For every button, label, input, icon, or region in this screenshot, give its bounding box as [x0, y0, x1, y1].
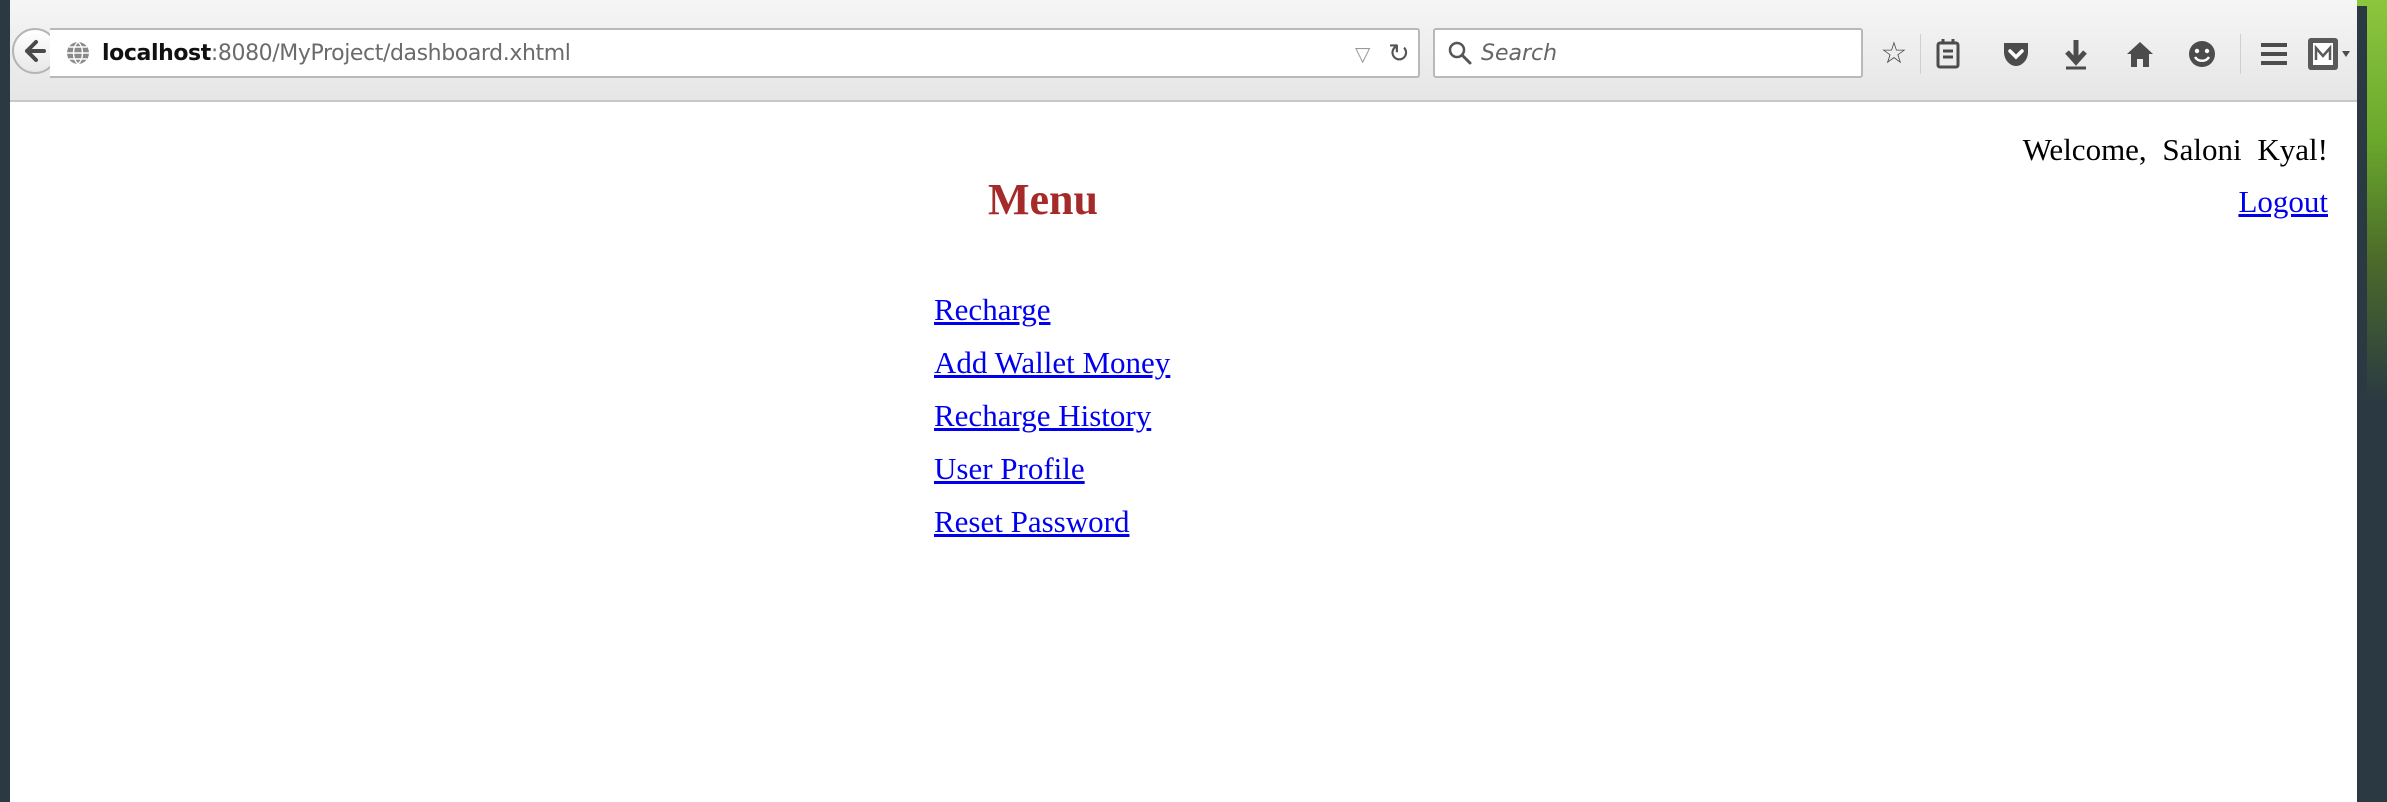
globe-icon	[67, 41, 89, 65]
bookmark-star-icon[interactable]: ☆	[1876, 36, 1912, 72]
right-decoration	[2367, 0, 2387, 802]
left-border	[0, 0, 10, 802]
url-text[interactable]: localhost:8080/MyProject/dashboard.xhtml	[102, 41, 571, 66]
pocket-icon[interactable]	[1998, 36, 2034, 72]
search-icon	[1448, 41, 1472, 65]
search-bar[interactable]: Search	[1433, 28, 1863, 78]
menu-link-reset-password[interactable]: Reset Password	[934, 502, 1170, 555]
toolbar-separator	[2240, 34, 2241, 74]
page-content: Welcome, Saloni Kyal! Logout Menu Rechar…	[10, 102, 2357, 802]
menu-link-recharge[interactable]: Recharge	[934, 290, 1170, 343]
menu-link-user-profile[interactable]: User Profile	[934, 449, 1170, 502]
url-path: :8080/MyProject/dashboard.xhtml	[210, 41, 571, 66]
menu-link-recharge-history[interactable]: Recharge History	[934, 396, 1170, 449]
dropmarker-icon[interactable]: ▽	[1355, 42, 1370, 66]
toolbar-separator	[1920, 34, 1921, 74]
browser-toolbar: localhost:8080/MyProject/dashboard.xhtml…	[10, 0, 2357, 102]
reading-list-icon[interactable]	[1930, 36, 1966, 72]
menu-title: Menu	[988, 175, 1098, 224]
menu-list: Recharge Add Wallet Money Recharge Histo…	[934, 290, 1170, 555]
hello-chat-icon[interactable]	[2184, 36, 2220, 72]
home-icon[interactable]	[2122, 36, 2158, 72]
hamburger-menu-icon[interactable]	[2256, 36, 2292, 72]
reload-icon[interactable]: ↻	[1388, 39, 1410, 69]
browser-window: localhost:8080/MyProject/dashboard.xhtml…	[10, 0, 2357, 802]
menu-link-add-wallet-money[interactable]: Add Wallet Money	[934, 343, 1170, 396]
search-placeholder: Search	[1481, 41, 1558, 66]
welcome-message: Welcome, Saloni Kyal!	[2022, 132, 2328, 167]
extension-icon[interactable]	[2306, 36, 2352, 72]
logout-link[interactable]: Logout	[2238, 184, 2328, 220]
url-host: localhost	[102, 41, 211, 66]
download-icon[interactable]	[2058, 36, 2094, 72]
url-bar[interactable]: localhost:8080/MyProject/dashboard.xhtml…	[50, 28, 1420, 78]
back-icon	[25, 40, 46, 62]
